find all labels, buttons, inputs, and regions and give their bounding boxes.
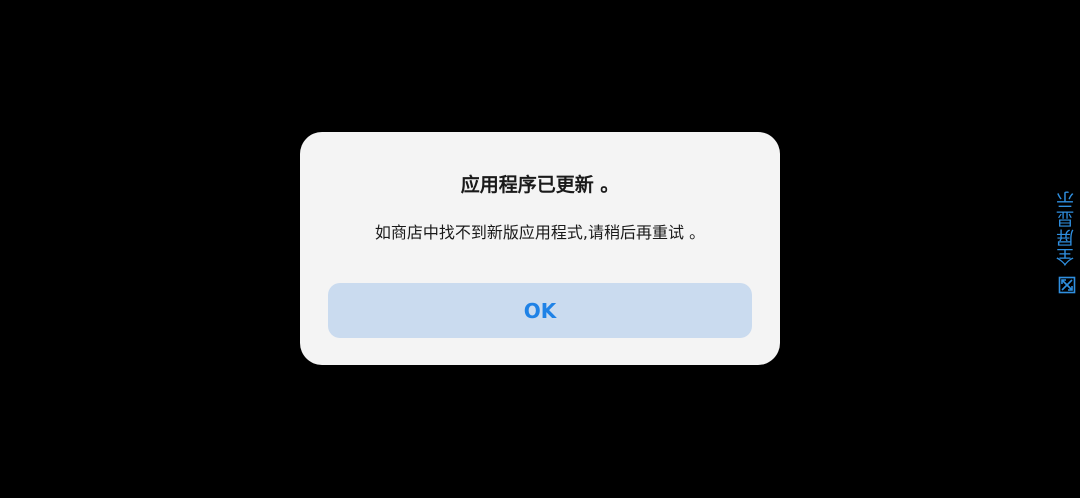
dialog-title: 应用程序已更新 。 bbox=[460, 174, 620, 196]
fullscreen-label: 全屏显示 bbox=[1056, 190, 1077, 266]
ok-button[interactable]: OK bbox=[328, 283, 752, 338]
update-dialog: 应用程序已更新 。 如商店中找不到新版应用程式,请稍后再重试 。 OK bbox=[300, 132, 780, 365]
dialog-message: 如商店中找不到新版应用程式,请稍后再重试 。 bbox=[374, 223, 706, 242]
app-screen: 应用程序已更新 。 如商店中找不到新版应用程式,请稍后再重试 。 OK 全屏显示 bbox=[0, 0, 1080, 498]
fullscreen-toggle[interactable]: 全屏显示 bbox=[1054, 190, 1080, 308]
expand-icon bbox=[1058, 276, 1076, 294]
